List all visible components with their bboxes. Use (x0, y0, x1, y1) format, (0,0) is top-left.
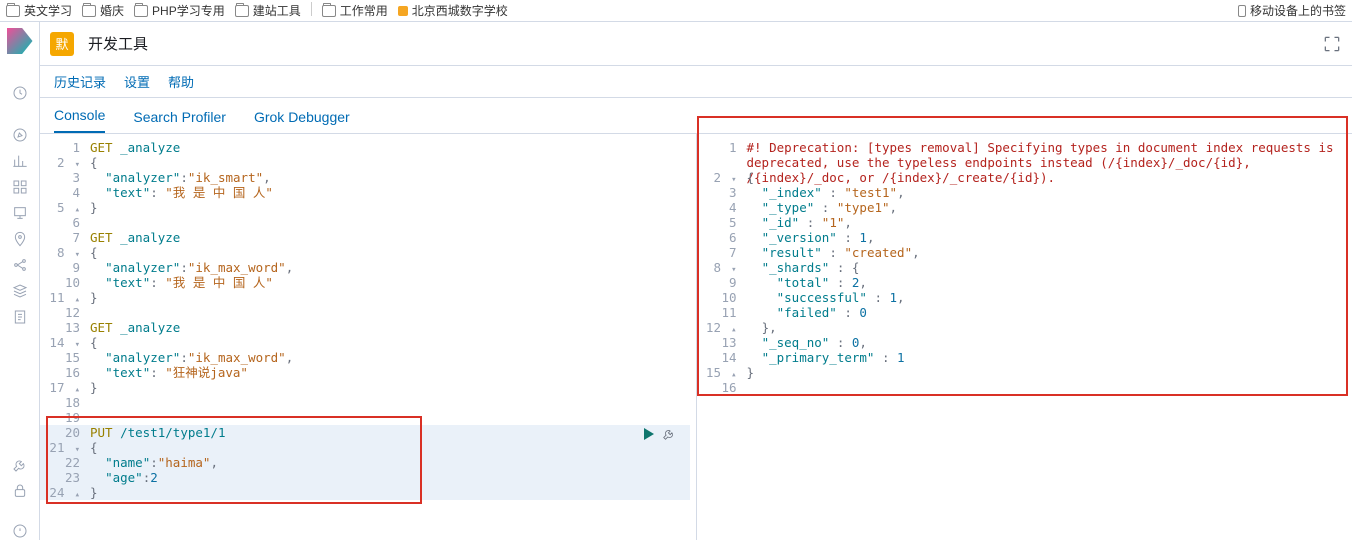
folder-icon (322, 5, 336, 17)
ml-icon[interactable] (11, 256, 29, 274)
bookmark-item[interactable]: 建站工具 (235, 2, 301, 19)
divider (311, 2, 312, 16)
dashboard-icon[interactable] (11, 178, 29, 196)
space-badge[interactable]: 默 (50, 32, 74, 56)
fullscreen-icon[interactable] (1322, 34, 1342, 54)
subheader: 历史记录 设置 帮助 (40, 66, 1352, 98)
folder-icon (6, 5, 20, 17)
collapse-icon[interactable] (11, 522, 29, 540)
line-gutter: 12 ▾345 ▴678 ▾91011 ▴121314 ▾151617 ▴181… (40, 134, 86, 500)
management-icon[interactable] (11, 482, 29, 500)
link-help[interactable]: 帮助 (168, 72, 194, 91)
request-actions (644, 427, 676, 441)
folder-icon (134, 5, 148, 17)
page-title: 开发工具 (88, 33, 148, 54)
kibana-logo[interactable] (7, 28, 33, 54)
request-editor[interactable]: 12 ▾345 ▴678 ▾91011 ▴121314 ▾151617 ▴181… (40, 134, 697, 540)
link-history[interactable]: 历史记录 (54, 72, 106, 91)
bookmark-bar: 英文学习 婚庆 PHP学习专用 建站工具 工作常用 北京西城数字学校 移动设备上… (0, 0, 1352, 22)
logs-icon[interactable] (11, 308, 29, 326)
code-area[interactable]: GET _analyze{ "analyzer":"ik_smart", "te… (86, 134, 696, 500)
infra-icon[interactable] (11, 282, 29, 300)
discover-icon[interactable] (11, 126, 29, 144)
tab-grok-debugger[interactable]: Grok Debugger (254, 109, 350, 133)
canvas-icon[interactable] (11, 204, 29, 222)
line-gutter: 12 ▾345678 ▾9101112 ▴131415 ▴16 (697, 134, 743, 395)
bookmark-item[interactable]: PHP学习专用 (134, 2, 225, 19)
response-viewer[interactable]: ⋮ 12 ▾345678 ▾9101112 ▴131415 ▴16 #! Dep… (697, 134, 1352, 540)
site-icon (398, 6, 408, 16)
folder-icon (235, 5, 249, 17)
link-settings[interactable]: 设置 (124, 72, 150, 91)
maps-icon[interactable] (11, 230, 29, 248)
wrench-icon[interactable] (662, 427, 676, 441)
bookmark-item[interactable]: 英文学习 (6, 2, 72, 19)
run-icon[interactable] (644, 428, 654, 440)
tab-search-profiler[interactable]: Search Profiler (133, 109, 226, 133)
side-rail (0, 22, 40, 540)
phone-icon (1238, 5, 1246, 17)
tabs: Console Search Profiler Grok Debugger (40, 98, 1352, 134)
bookmark-item-special[interactable]: 北京西城数字学校 (398, 2, 508, 19)
dev-tools-icon[interactable] (11, 456, 29, 474)
tab-console[interactable]: Console (54, 107, 105, 133)
bookmark-item[interactable]: 婚庆 (82, 2, 124, 19)
bookmark-item[interactable]: 工作常用 (322, 2, 388, 19)
code-area: #! Deprecation: [types removal] Specifyi… (743, 134, 1352, 395)
folder-icon (82, 5, 96, 17)
mobile-bookmarks[interactable]: 移动设备上的书签 (1238, 2, 1346, 19)
visualize-icon[interactable] (11, 152, 29, 170)
header: 默 开发工具 (40, 22, 1352, 66)
recent-icon[interactable] (11, 84, 29, 102)
